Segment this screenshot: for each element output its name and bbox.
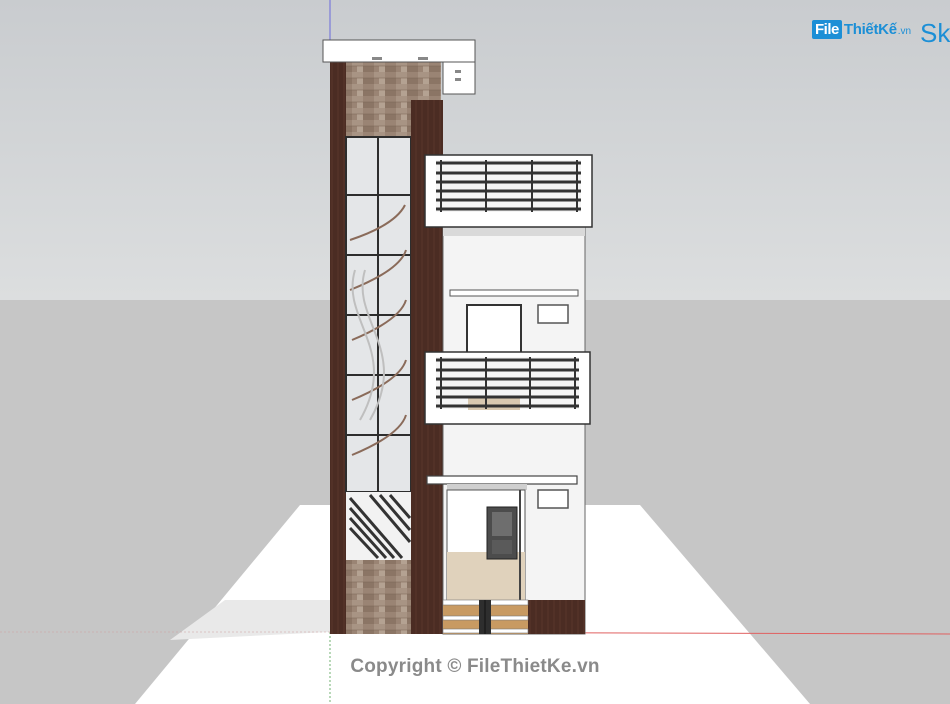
chair bbox=[486, 506, 518, 560]
house-render bbox=[0, 0, 950, 704]
watermark-logo: File ThiếtKế .vn bbox=[812, 14, 911, 44]
canopy-shade bbox=[447, 484, 527, 490]
door-2 bbox=[466, 304, 522, 356]
vent-1 bbox=[537, 489, 569, 509]
balcony-top-inner bbox=[436, 160, 581, 212]
scene: File ThiếtKế .vn Sk Copyright © FileThie… bbox=[0, 0, 950, 704]
sketchup-logo-partial: Sk bbox=[920, 18, 950, 48]
wood-column-left bbox=[330, 62, 346, 634]
entrance-steps bbox=[442, 599, 529, 634]
balcony-mid-floor bbox=[468, 398, 520, 410]
stone-panel-bottom bbox=[346, 560, 411, 634]
logo-tld: .vn bbox=[897, 26, 912, 37]
ledge-2 bbox=[449, 289, 579, 297]
wood-base bbox=[525, 600, 585, 634]
roof-slab bbox=[322, 39, 476, 63]
copyright-watermark: Copyright © FileThietKe.vn bbox=[350, 656, 600, 677]
vent-2 bbox=[537, 304, 569, 324]
logo-text: ThiếtKế bbox=[843, 20, 897, 38]
logo-badge: File bbox=[812, 19, 842, 39]
canopy bbox=[426, 475, 578, 485]
